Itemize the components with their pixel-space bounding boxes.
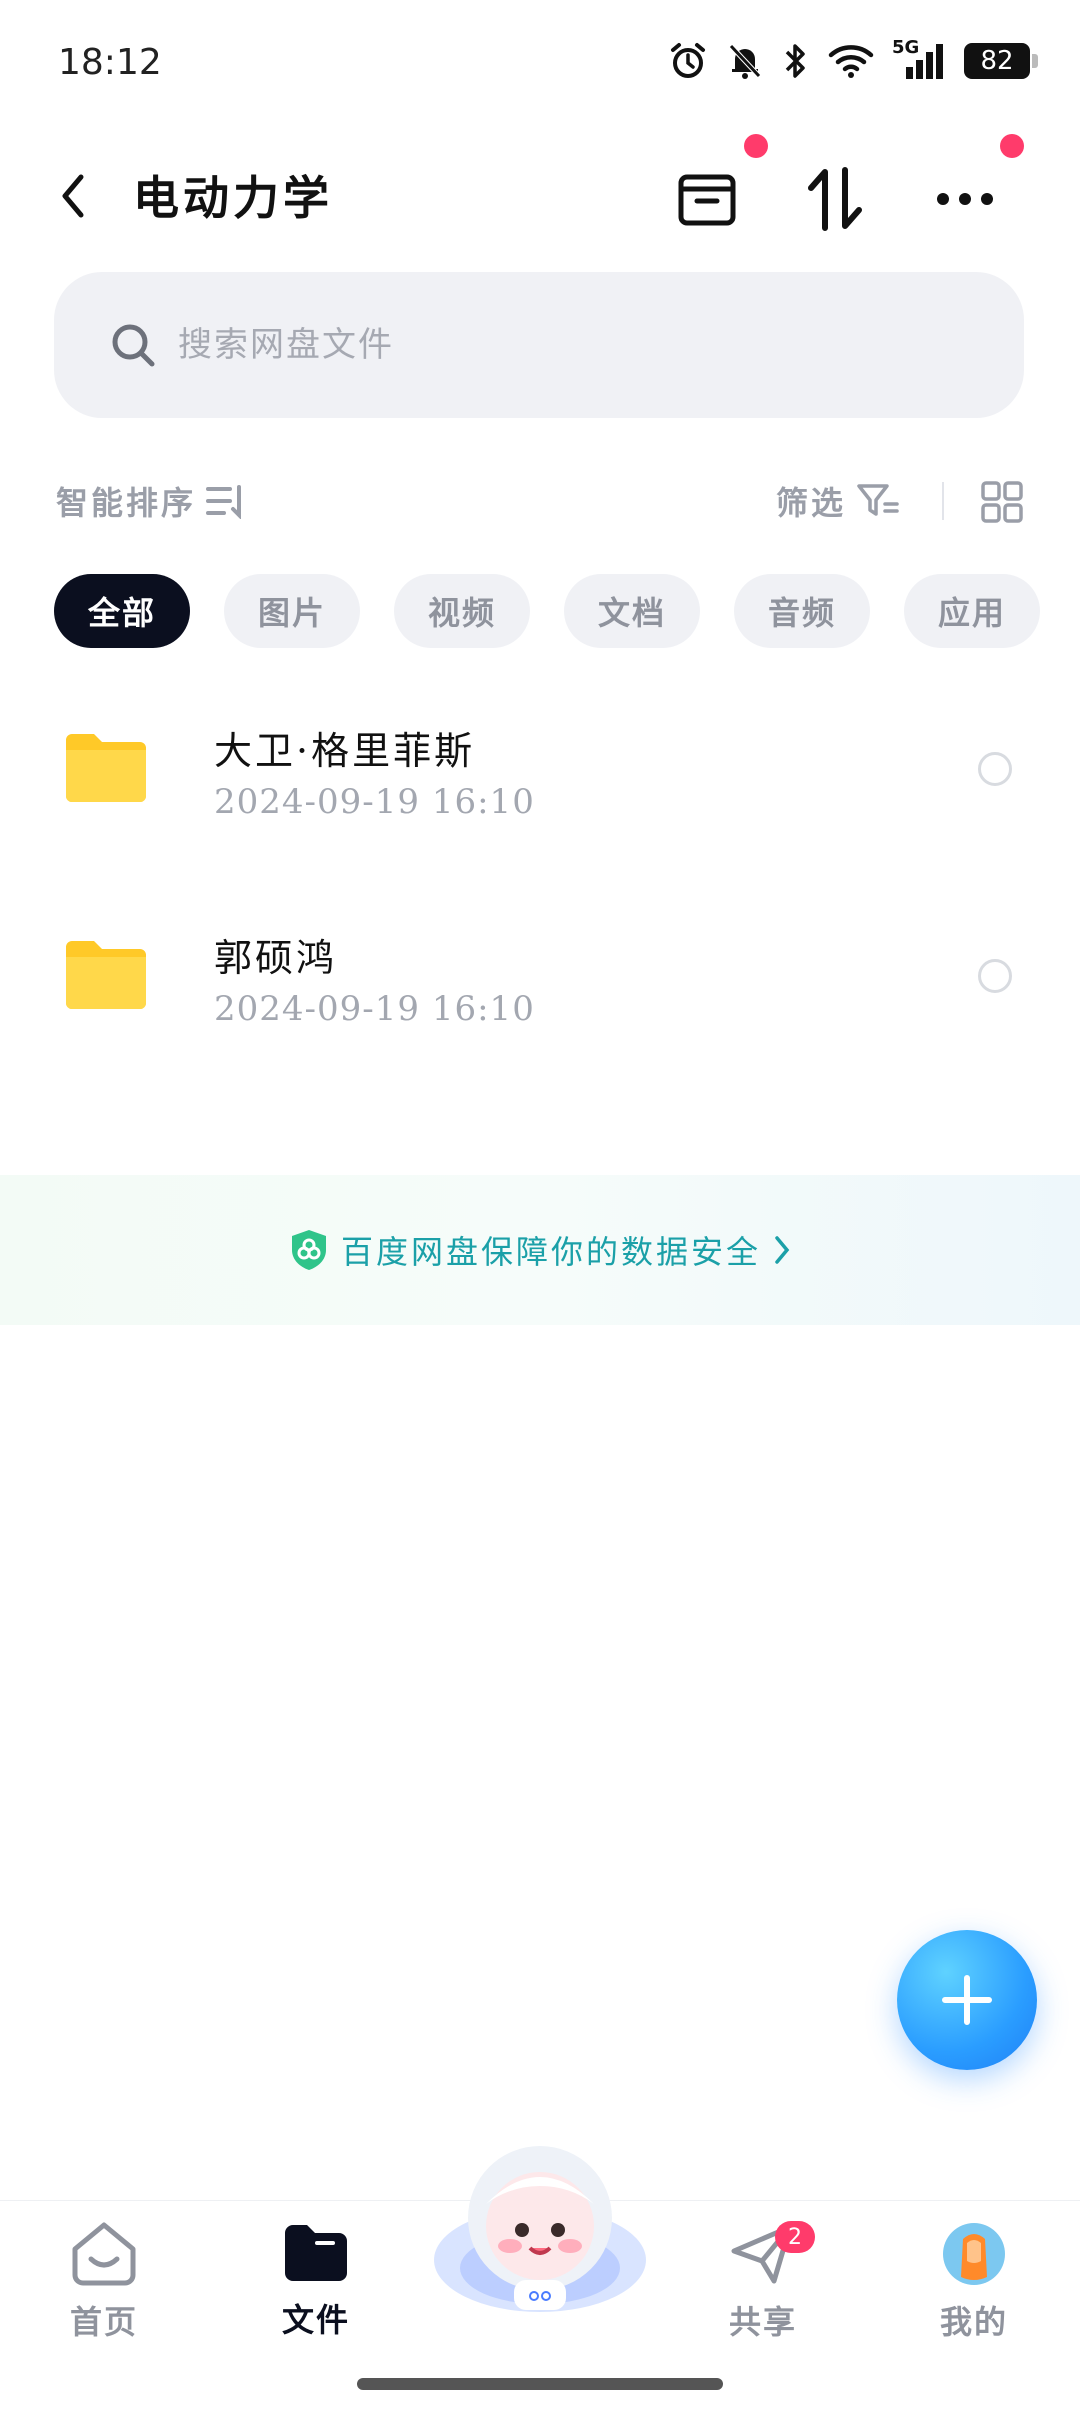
share-badge: 2 xyxy=(775,2221,815,2253)
notification-dot xyxy=(744,134,768,158)
nav-home-label: 首页 xyxy=(69,2303,138,2341)
smart-sort-button[interactable]: 智能排序 xyxy=(56,478,246,524)
status-icons: 5G 82 xyxy=(668,37,1038,84)
tab-audio[interactable]: 音频 xyxy=(734,574,870,648)
sort-transfer-button[interactable] xyxy=(800,164,870,234)
signal-icon: 5G xyxy=(892,37,946,81)
nav-files[interactable]: 文件 xyxy=(256,2221,376,2341)
file-name: 郭硕鸿 xyxy=(214,936,338,980)
tab-documents[interactable]: 文档 xyxy=(564,574,700,648)
folder-filled-icon xyxy=(285,2225,347,2281)
transfer-box-button[interactable] xyxy=(672,164,742,234)
filter-label: 筛选 xyxy=(776,484,847,522)
search-icon xyxy=(112,324,155,367)
chevron-right-icon xyxy=(775,1236,790,1264)
archive-box-icon xyxy=(678,174,736,226)
arrows-up-down-icon xyxy=(808,167,862,231)
plus-icon xyxy=(942,1975,992,2025)
notification-dot xyxy=(1000,134,1024,158)
list-item[interactable]: 大卫·格里菲斯 2024-09-19 16:10 xyxy=(0,690,1080,840)
nav-me-label: 我的 xyxy=(939,2303,1008,2341)
nav-me[interactable]: 我的 xyxy=(914,2221,1034,2343)
nav-home[interactable]: 首页 xyxy=(44,2221,164,2343)
tab-apps[interactable]: 应用 xyxy=(904,574,1040,648)
back-button[interactable] xyxy=(48,168,98,224)
sort-list-icon xyxy=(206,485,242,519)
status-bar: 18:12 5G 82 xyxy=(0,0,1080,130)
mute-bell-icon xyxy=(729,44,761,79)
page-title: 电动力学 xyxy=(133,171,333,225)
divider xyxy=(942,482,944,520)
status-time: 18:12 xyxy=(58,42,162,83)
security-text: 百度网盘保障你的数据安全 xyxy=(340,1233,761,1271)
more-button[interactable] xyxy=(930,164,1000,234)
shield-icon xyxy=(291,1230,326,1270)
home-indicator xyxy=(357,2378,723,2390)
nav-share-label: 共享 xyxy=(728,2303,797,2341)
search-input[interactable] xyxy=(178,325,938,365)
filter-button[interactable]: 筛选 xyxy=(776,478,900,524)
search-bar[interactable] xyxy=(54,272,1024,418)
battery-indicator: 82 xyxy=(964,43,1038,79)
file-name: 大卫·格里菲斯 xyxy=(214,729,476,773)
grid-view-icon[interactable] xyxy=(980,480,1024,524)
tab-images[interactable]: 图片 xyxy=(224,574,360,648)
add-button[interactable] xyxy=(897,1930,1037,2070)
category-tabs: 全部 图片 视频 文档 音频 应用 xyxy=(54,574,1040,648)
tab-videos[interactable]: 视频 xyxy=(394,574,530,648)
mascot-button[interactable] xyxy=(430,2140,650,2320)
more-dots-icon xyxy=(937,193,993,205)
sort-filter-row: 智能排序 筛选 xyxy=(0,470,1080,530)
avatar xyxy=(943,2223,1005,2285)
security-banner[interactable]: 百度网盘保障你的数据安全 xyxy=(0,1175,1080,1325)
filter-icon xyxy=(857,484,899,516)
header: 电动力学 xyxy=(0,134,1080,250)
sort-label: 智能排序 xyxy=(56,484,197,522)
list-item[interactable]: 郭硕鸿 2024-09-19 16:10 xyxy=(0,897,1080,1047)
file-date: 2024-09-19 16:10 xyxy=(214,782,535,822)
file-date: 2024-09-19 16:10 xyxy=(214,989,535,1029)
tab-all[interactable]: 全部 xyxy=(54,574,190,648)
select-checkbox[interactable] xyxy=(978,752,1012,786)
folder-icon xyxy=(66,734,146,802)
folder-icon xyxy=(66,941,146,1009)
select-checkbox[interactable] xyxy=(978,959,1012,993)
nav-share[interactable]: 2 共享 xyxy=(703,2221,823,2343)
nav-files-label: 文件 xyxy=(281,2301,350,2339)
bluetooth-icon xyxy=(785,44,805,78)
home-icon xyxy=(72,2222,136,2286)
wifi-icon xyxy=(828,45,874,78)
alarm-icon xyxy=(671,43,705,78)
chevron-left-icon xyxy=(62,174,84,218)
